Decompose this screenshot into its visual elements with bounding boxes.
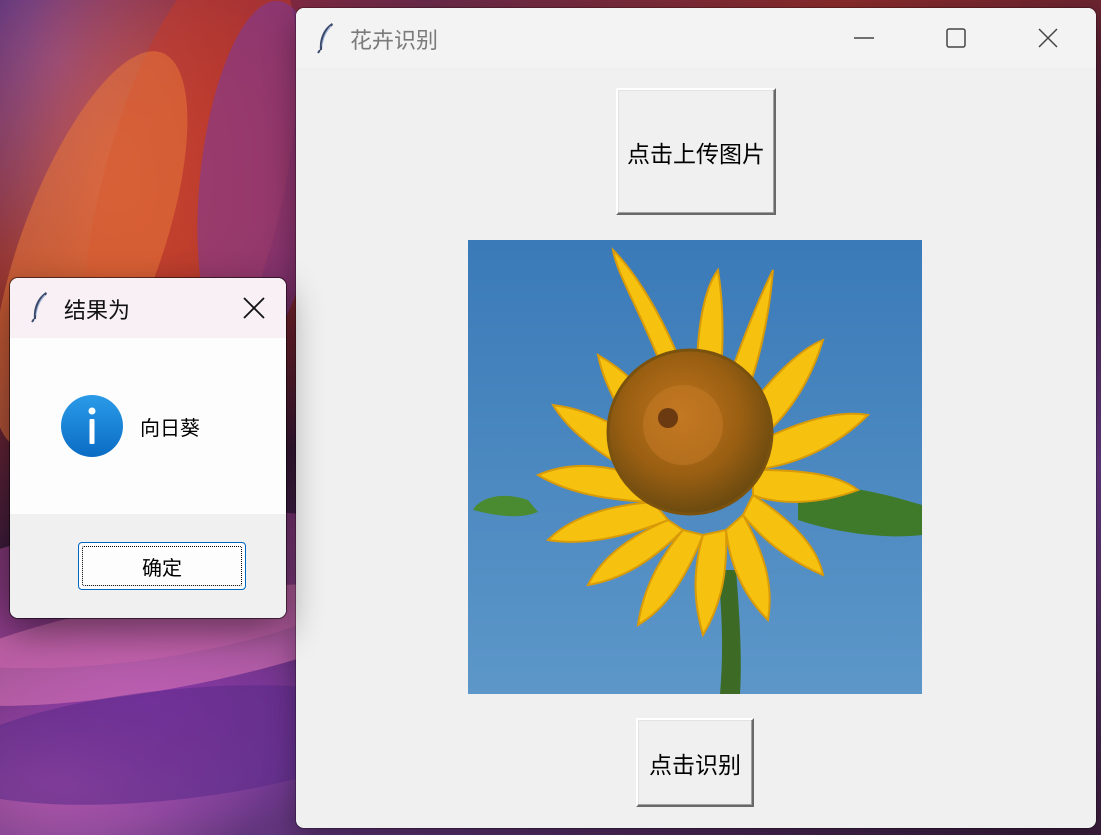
- close-icon: [243, 297, 265, 319]
- maximize-icon: [946, 28, 966, 48]
- sunflower-image: [468, 240, 922, 694]
- window-title: 花卉识别: [350, 29, 439, 54]
- upload-image-button[interactable]: 点击上传图片: [616, 88, 776, 215]
- minimize-button[interactable]: [818, 8, 910, 68]
- info-icon: [61, 395, 123, 457]
- dialog-footer: 确定: [10, 514, 286, 618]
- dialog-close-button[interactable]: [234, 288, 274, 328]
- maximize-button[interactable]: [910, 8, 1002, 68]
- result-dialog: 结果为 向日葵 确定: [10, 278, 286, 618]
- recognize-button[interactable]: 点击识别: [636, 718, 754, 807]
- feather-icon: [31, 292, 47, 323]
- main-window: 花卉识别 点击上传图片 点击识别: [296, 8, 1096, 828]
- dialog-body: 向日葵: [10, 338, 286, 514]
- main-titlebar[interactable]: 花卉识别: [296, 8, 1096, 68]
- minimize-icon: [854, 37, 874, 39]
- ok-button[interactable]: 确定: [78, 542, 246, 590]
- feather-icon: [317, 23, 333, 54]
- result-message: 向日葵: [140, 416, 200, 440]
- dialog-title: 结果为: [64, 299, 131, 324]
- close-button[interactable]: [1002, 8, 1094, 68]
- close-icon: [1038, 28, 1058, 48]
- dialog-titlebar[interactable]: 结果为: [10, 278, 286, 338]
